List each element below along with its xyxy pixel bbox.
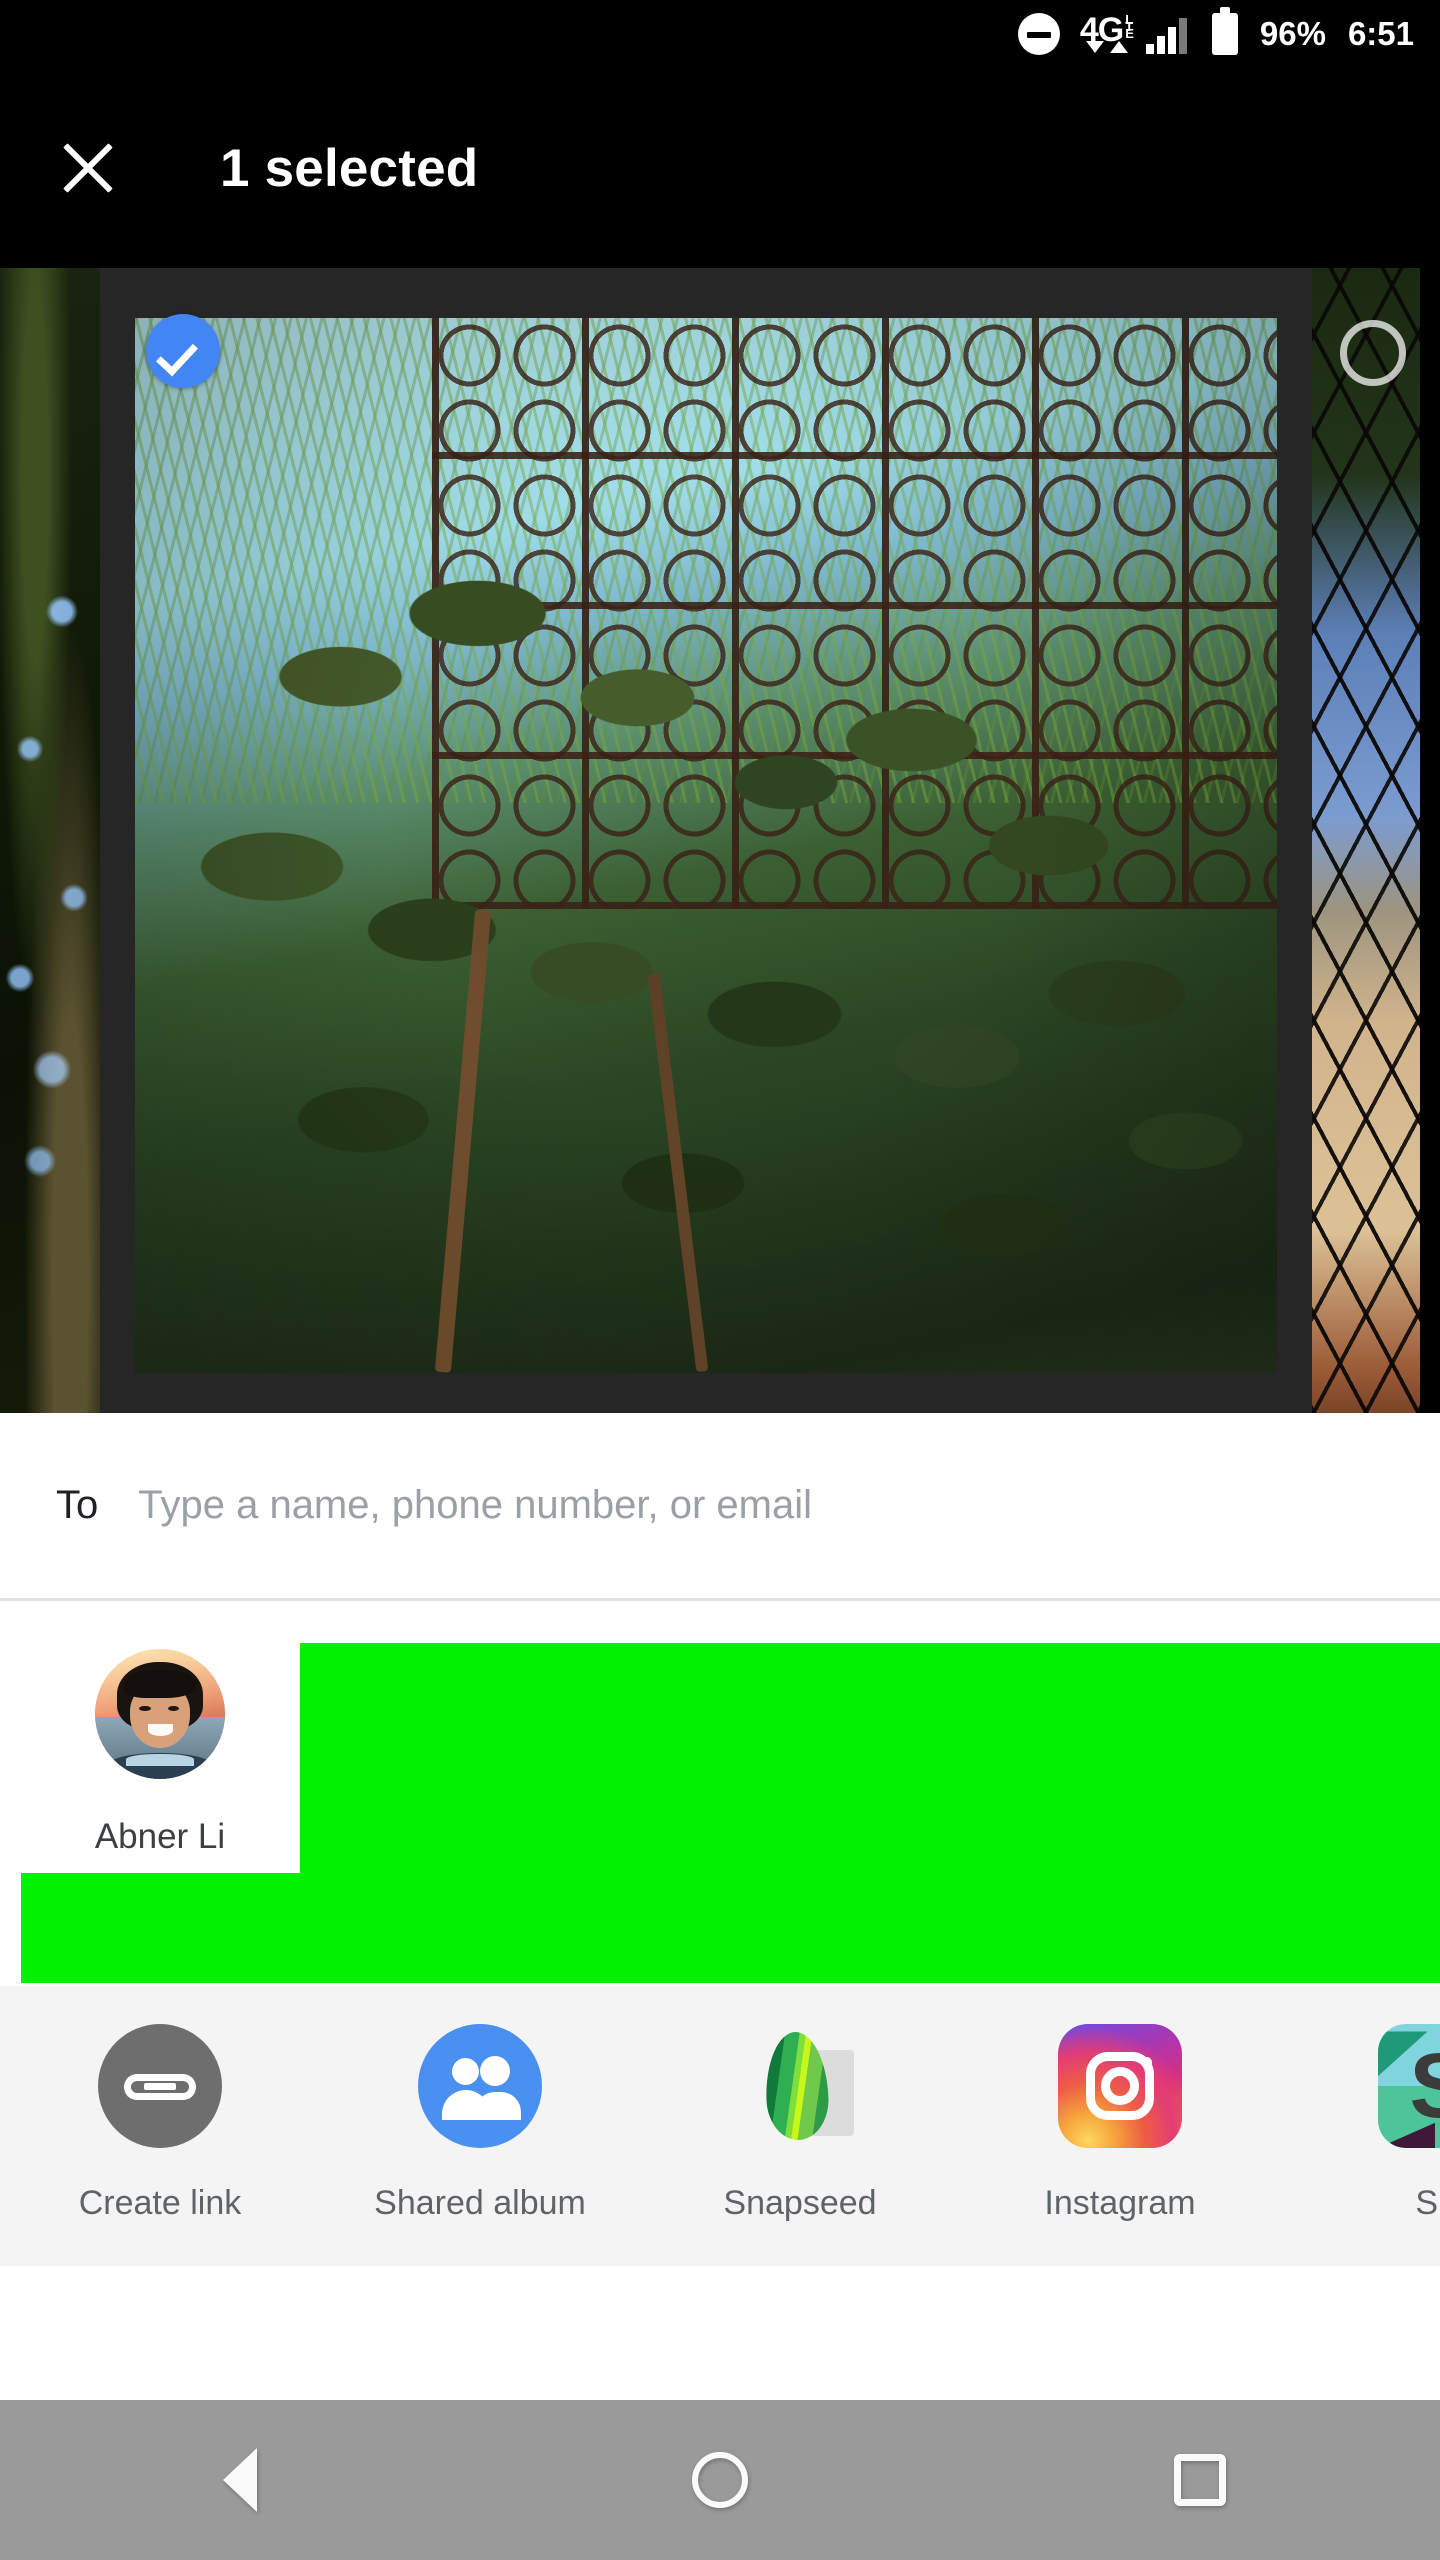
share-target-create-link[interactable]: Create link xyxy=(0,2024,320,2223)
network-type-indicator: 4G LTE xyxy=(1080,12,1134,53)
contact-suggestions: Abner Li xyxy=(0,1601,1440,1986)
share-target-label: Snapseed xyxy=(723,2184,877,2222)
status-bar: 4G LTE 96% 6:51 xyxy=(0,0,1440,68)
contact-chip[interactable]: Abner Li xyxy=(20,1649,300,1857)
signal-bars-icon xyxy=(1145,14,1190,54)
page-title: 1 selected xyxy=(220,138,479,198)
close-icon[interactable] xyxy=(52,132,124,204)
share-target-row: Create link Shared album Snapseed Instag… xyxy=(0,1986,1440,2266)
instagram-icon xyxy=(1058,2024,1182,2148)
check-circle-icon[interactable] xyxy=(146,314,220,388)
thumbnail-selected-photo[interactable] xyxy=(100,268,1312,1413)
up-arrow-icon xyxy=(1109,41,1128,53)
photo-strip xyxy=(0,268,1440,1413)
snapseed-icon xyxy=(738,2024,862,2148)
thumbnail-next-photo[interactable] xyxy=(1312,268,1420,1413)
recents-icon[interactable] xyxy=(1120,2400,1280,2560)
circle-outline-icon[interactable] xyxy=(1340,320,1406,386)
battery-percent-label: 96% xyxy=(1259,15,1326,52)
home-icon[interactable] xyxy=(640,2400,800,2560)
share-target-instagram[interactable]: Instagram xyxy=(960,2024,1280,2223)
thumbnail-previous-photo[interactable] xyxy=(0,268,100,1413)
share-target-label: Instagram xyxy=(1044,2184,1196,2222)
selection-toolbar: 1 selected xyxy=(0,68,1440,268)
share-target-shared-album[interactable]: Shared album xyxy=(320,2024,640,2223)
recipient-row: To xyxy=(0,1413,1440,1598)
system-navigation-bar xyxy=(0,2400,1440,2560)
photo-thumbnail-image xyxy=(0,268,100,1413)
share-target-slack[interactable]: S Sla xyxy=(1280,2024,1440,2223)
battery-full-icon xyxy=(1211,7,1238,55)
redaction-overlay-top xyxy=(300,1643,1440,1873)
share-target-snapseed[interactable]: Snapseed xyxy=(640,2024,960,2223)
slack-icon: S xyxy=(1378,2024,1440,2148)
people-icon xyxy=(418,2024,542,2148)
network-suffix-label: LTE xyxy=(1125,12,1134,41)
share-target-label: Shared album xyxy=(374,2184,586,2222)
down-arrow-icon xyxy=(1085,41,1104,53)
do-not-disturb-icon xyxy=(1017,13,1060,55)
link-icon xyxy=(98,2024,222,2148)
redaction-overlay-bottom xyxy=(21,1873,1440,1983)
share-target-label: Sla xyxy=(1415,2184,1440,2222)
contact-name-label: Abner Li xyxy=(94,1817,226,1856)
recipient-input[interactable] xyxy=(136,1482,1440,1529)
phone-screen: 4G LTE 96% 6:51 1 selected To Type a nam… xyxy=(0,0,1440,2560)
avatar xyxy=(95,1649,225,1779)
back-icon[interactable] xyxy=(160,2400,320,2560)
share-target-label: Create link xyxy=(78,2184,242,2222)
clock-label: 6:51 xyxy=(1347,15,1414,52)
photo-thumbnail-image xyxy=(1312,268,1420,1413)
recipient-label: To xyxy=(56,1483,99,1527)
share-sheet: To Abner Li xyxy=(0,1413,1440,2400)
selected-photo-image xyxy=(135,318,1277,1373)
